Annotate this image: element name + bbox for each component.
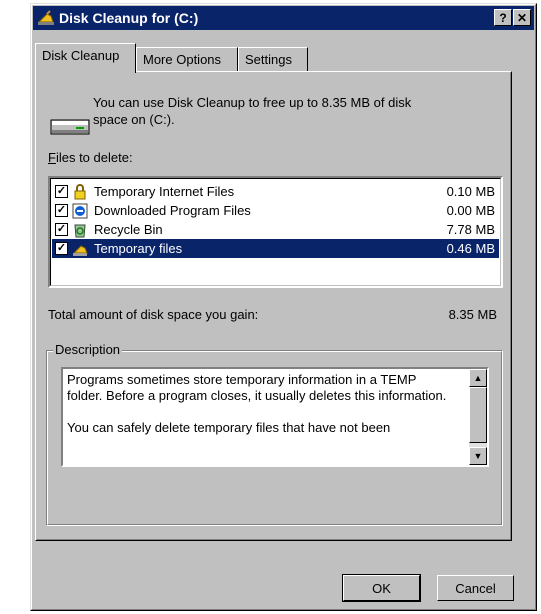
scroll-thumb[interactable] <box>469 387 487 443</box>
description-textbox[interactable]: Programs sometimes store temporary infor… <box>61 367 489 467</box>
files-to-delete-label: Files to delete: <box>48 150 133 165</box>
description-text: Programs sometimes store temporary infor… <box>67 372 451 452</box>
tab-label: Settings <box>245 52 292 67</box>
total-label: Total amount of disk space you gain: <box>48 307 259 322</box>
file-name: Temporary files <box>94 241 183 256</box>
list-item-selected[interactable]: ✓ Temporary files 0.46 MB <box>52 239 499 258</box>
file-name: Temporary Internet Files <box>94 184 235 199</box>
tab-disk-cleanup[interactable]: Disk Cleanup <box>35 43 136 73</box>
summary-line-1: You can use Disk Cleanup to free up to 8… <box>93 95 412 110</box>
file-name: Recycle Bin <box>94 222 163 237</box>
scroll-up-icon[interactable]: ▲ <box>469 369 487 387</box>
disk-cleanup-icon <box>37 10 55 26</box>
list-item[interactable]: ✓ Recycle Bin 7.78 MB <box>52 220 499 239</box>
ok-button[interactable]: OK <box>342 574 421 602</box>
window-title: Disk Cleanup for (C:) <box>59 10 199 26</box>
checkbox[interactable]: ✓ <box>55 185 68 198</box>
list-item[interactable]: ✓ Downloaded Program Files 0.00 MB <box>52 201 499 220</box>
tab-more-options[interactable]: More Options <box>136 47 238 71</box>
cancel-button[interactable]: Cancel <box>437 575 514 601</box>
total-value: 8.35 MB <box>448 307 497 322</box>
file-size: 0.10 MB <box>446 184 495 199</box>
checkbox[interactable]: ✓ <box>55 204 68 217</box>
tab-label: More Options <box>143 52 222 67</box>
description-group: Description Programs sometimes store tem… <box>46 342 503 526</box>
description-paragraph-2: You can safely delete temporary files th… <box>67 420 391 435</box>
list-item[interactable]: ✓ Temporary Internet Files 0.10 MB <box>52 182 499 201</box>
file-size: 0.46 MB <box>446 241 495 256</box>
tab-settings[interactable]: Settings <box>238 47 308 71</box>
checkbox[interactable]: ✓ <box>55 223 68 236</box>
vertical-scrollbar[interactable]: ▲ ▼ <box>469 369 487 465</box>
files-label-text: iles to delete: <box>55 150 133 165</box>
tab-label: Disk Cleanup <box>42 48 120 63</box>
file-size: 7.78 MB <box>446 222 495 237</box>
recycle-bin-icon <box>72 222 88 238</box>
scroll-down-icon[interactable]: ▼ <box>469 447 487 465</box>
help-button[interactable]: ? <box>494 9 512 26</box>
description-legend: Description <box>53 342 123 357</box>
files-label-mnemonic: F <box>48 150 56 165</box>
file-name: Downloaded Program Files <box>94 203 251 218</box>
cleanup-icon <box>72 241 88 257</box>
checkbox[interactable]: ✓ <box>55 242 68 255</box>
drive-icon <box>50 118 90 139</box>
close-button[interactable]: ✕ <box>513 9 531 26</box>
summary-line-2: space on (C:). <box>93 112 175 127</box>
files-listbox[interactable]: ✓ Temporary Internet Files 0.10 MB ✓ Dow… <box>48 176 503 288</box>
ie-icon <box>72 203 88 219</box>
lock-icon <box>72 183 88 200</box>
file-size: 0.00 MB <box>446 203 495 218</box>
description-paragraph-1: Programs sometimes store temporary infor… <box>67 372 447 403</box>
tab-panel: You can use Disk Cleanup to free up to 8… <box>35 71 512 541</box>
title-bar[interactable]: Disk Cleanup for (C:) ? ✕ <box>33 6 534 30</box>
